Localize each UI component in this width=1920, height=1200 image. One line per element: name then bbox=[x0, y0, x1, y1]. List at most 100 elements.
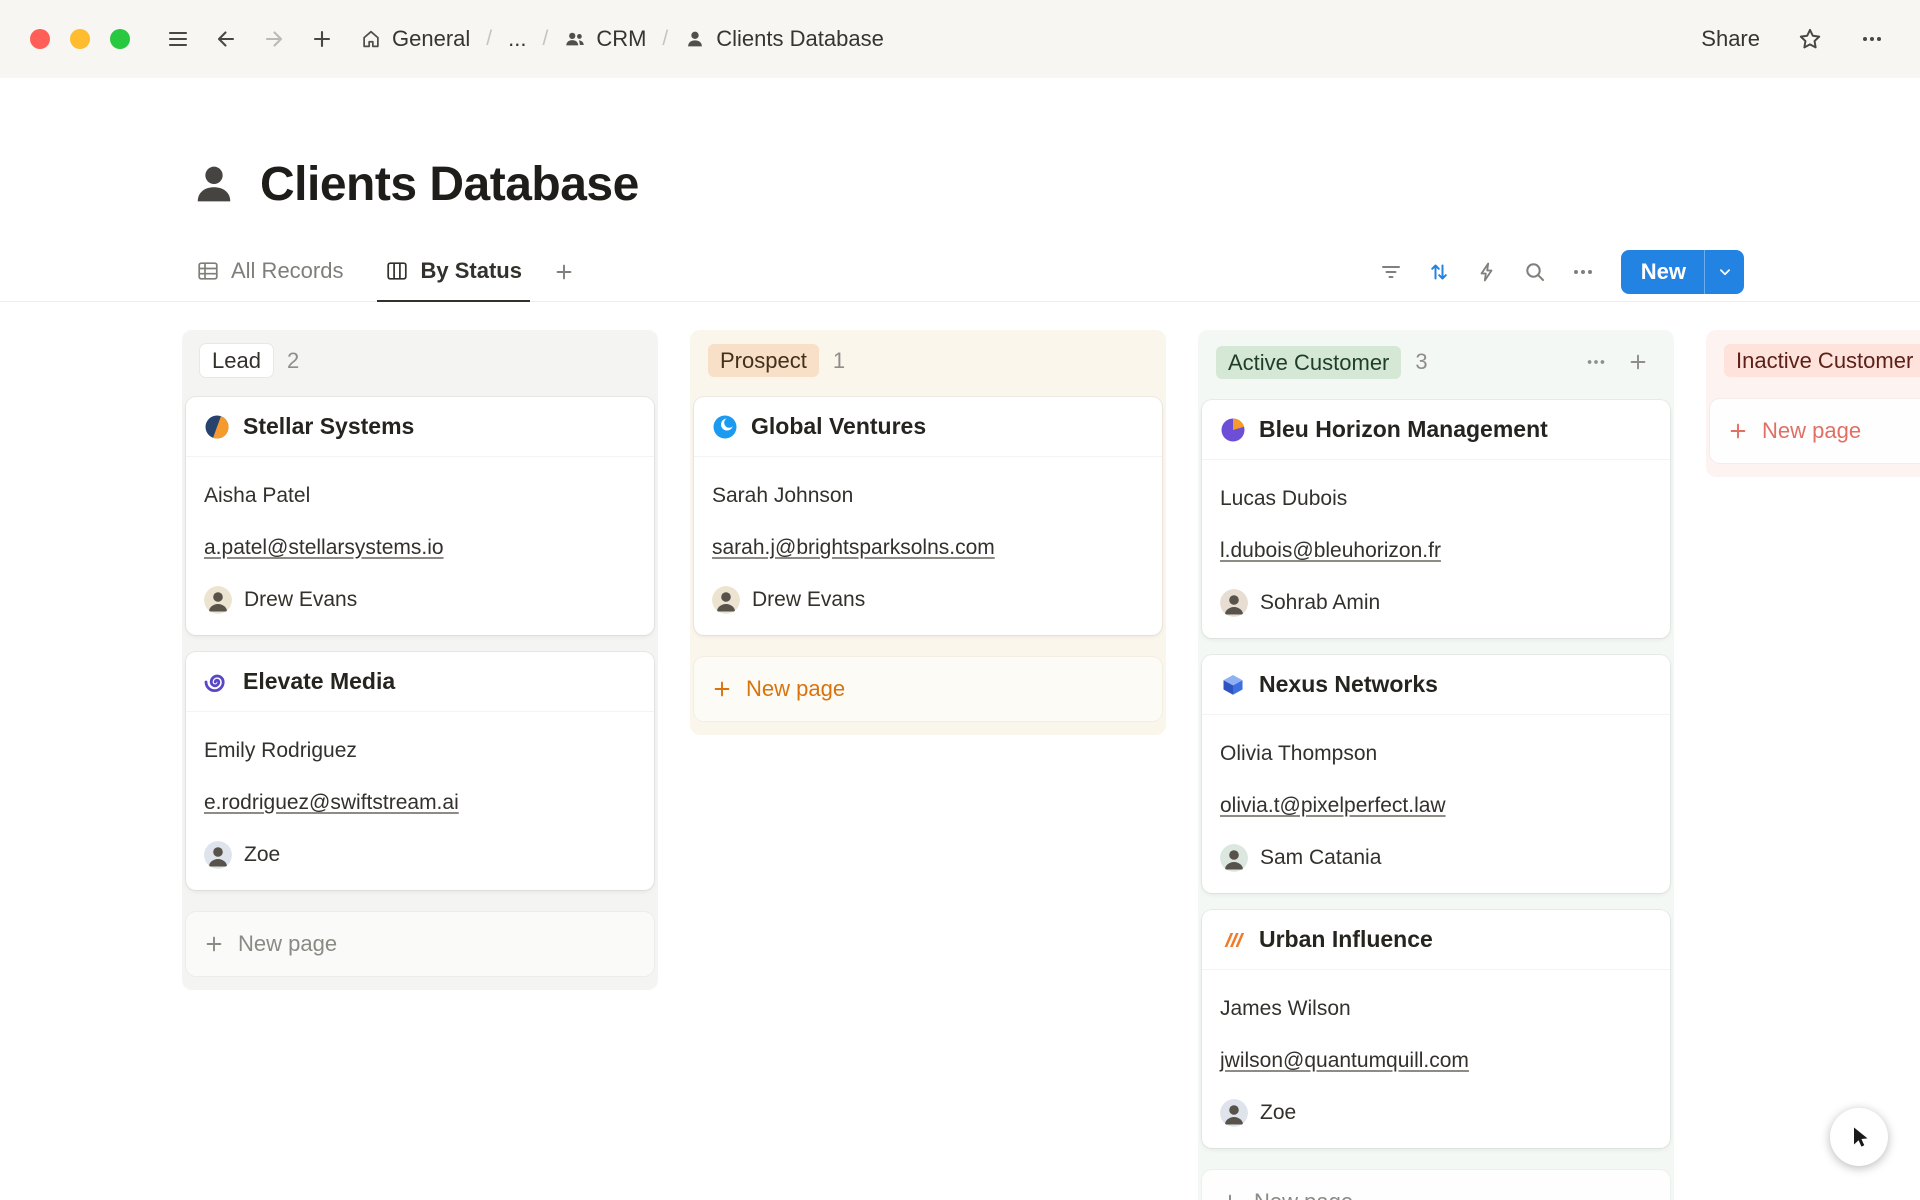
owner-row: Drew Evans bbox=[712, 585, 1144, 615]
new-page-button-prospect[interactable]: New page bbox=[694, 657, 1162, 721]
breadcrumb-page-label: Clients Database bbox=[716, 26, 884, 52]
tab-all-records-label: All Records bbox=[231, 258, 343, 284]
card-title: Bleu Horizon Management bbox=[1259, 416, 1548, 443]
card-properties: Aisha Patel a.patel@stellarsystems.io Dr… bbox=[186, 457, 654, 635]
breadcrumb-clients-database[interactable]: Clients Database bbox=[676, 21, 892, 57]
card-title: Global Ventures bbox=[751, 413, 926, 440]
close-window-button[interactable] bbox=[30, 29, 50, 49]
share-button[interactable]: Share bbox=[1691, 20, 1770, 58]
back-button[interactable] bbox=[204, 17, 248, 61]
page-header: Clients Database bbox=[188, 156, 1920, 212]
tab-all-records[interactable]: All Records bbox=[188, 242, 351, 302]
owner-row: Sohrab Amin bbox=[1220, 588, 1652, 618]
contact-email[interactable]: sarah.j@brightsparksolns.com bbox=[712, 533, 1144, 563]
star-icon bbox=[1797, 26, 1823, 52]
tab-by-status[interactable]: By Status bbox=[377, 242, 529, 302]
avatar bbox=[1220, 844, 1248, 872]
favorite-star-button[interactable] bbox=[1788, 17, 1832, 61]
contact-email[interactable]: jwilson@quantumquill.com bbox=[1220, 1046, 1652, 1076]
card-title-row: Stellar Systems bbox=[186, 397, 654, 457]
people-icon bbox=[564, 28, 586, 50]
avatar bbox=[1220, 589, 1248, 617]
minimize-window-button[interactable] bbox=[70, 29, 90, 49]
page-options-button[interactable] bbox=[1850, 17, 1894, 61]
column-header: Lead 2 bbox=[200, 344, 640, 377]
plus-icon bbox=[1627, 351, 1649, 373]
cube-icon bbox=[1220, 672, 1246, 698]
window-controls bbox=[30, 29, 130, 49]
column-count: 1 bbox=[833, 348, 845, 374]
card-properties: Emily Rodriguez e.rodriguez@swiftstream.… bbox=[186, 712, 654, 890]
card-title-row: Nexus Networks bbox=[1202, 655, 1670, 715]
kanban-board: Lead 2 Stellar Systems Aisha Patel a.pat… bbox=[0, 302, 1920, 1200]
contact-email[interactable]: a.patel@stellarsystems.io bbox=[204, 533, 636, 563]
plus-icon bbox=[310, 27, 334, 51]
board-column-prospect: Prospect 1 Global Ventures Sarah Johnson… bbox=[690, 330, 1166, 735]
views-toolbar: All Records By Status New bbox=[0, 242, 1920, 302]
card-properties: Olivia Thompson olivia.t@pixelperfect.la… bbox=[1202, 715, 1670, 893]
stripes-icon bbox=[1220, 927, 1246, 953]
column-add-card-button[interactable] bbox=[1620, 344, 1656, 380]
search-button[interactable] bbox=[1515, 252, 1555, 292]
owner-name: Drew Evans bbox=[244, 585, 357, 615]
add-view-button[interactable] bbox=[544, 252, 584, 292]
board-card-bleu-horizon[interactable]: Bleu Horizon Management Lucas Dubois l.d… bbox=[1202, 400, 1670, 638]
board-card-urban-influence[interactable]: Urban Influence James Wilson jwilson@qua… bbox=[1202, 910, 1670, 1148]
new-record-dropdown[interactable] bbox=[1704, 250, 1744, 294]
card-title-row: Global Ventures bbox=[694, 397, 1162, 457]
view-options-button[interactable] bbox=[1563, 252, 1603, 292]
column-cards: Global Ventures Sarah Johnson sarah.j@br… bbox=[694, 397, 1162, 635]
breadcrumb-collapsed[interactable]: ... bbox=[500, 21, 534, 57]
board-card-nexus-networks[interactable]: Nexus Networks Olivia Thompson olivia.t@… bbox=[1202, 655, 1670, 893]
column-controls bbox=[1578, 344, 1656, 380]
owner-name: Drew Evans bbox=[752, 585, 865, 615]
spiral-icon bbox=[204, 669, 230, 695]
zoom-window-button[interactable] bbox=[110, 29, 130, 49]
board-card-elevate-media[interactable]: Elevate Media Emily Rodriguez e.rodrigue… bbox=[186, 652, 654, 890]
card-properties: Sarah Johnson sarah.j@brightsparksolns.c… bbox=[694, 457, 1162, 635]
plus-icon bbox=[203, 933, 225, 955]
home-icon bbox=[360, 28, 382, 50]
contact-email[interactable]: l.dubois@bleuhorizon.fr bbox=[1220, 536, 1652, 566]
contact-name: Olivia Thompson bbox=[1220, 739, 1652, 769]
breadcrumb-crm[interactable]: CRM bbox=[556, 21, 654, 57]
avatar bbox=[204, 841, 232, 869]
breadcrumb-separator: / bbox=[542, 27, 548, 51]
column-header: Inactive Customer bbox=[1724, 344, 1920, 377]
board-card-stellar-systems[interactable]: Stellar Systems Aisha Patel a.patel@stel… bbox=[186, 397, 654, 635]
plus-icon bbox=[1727, 420, 1749, 442]
card-title: Nexus Networks bbox=[1259, 671, 1438, 698]
breadcrumb-separator: / bbox=[486, 27, 492, 51]
forward-button[interactable] bbox=[252, 17, 296, 61]
sort-button[interactable] bbox=[1419, 252, 1459, 292]
avatar bbox=[712, 586, 740, 614]
search-icon bbox=[1523, 260, 1547, 284]
pie-chart-icon bbox=[1220, 417, 1246, 443]
new-tab-button[interactable] bbox=[300, 17, 344, 61]
breadcrumb-crm-label: CRM bbox=[596, 26, 646, 52]
contact-name: James Wilson bbox=[1220, 994, 1652, 1024]
page-person-icon[interactable] bbox=[188, 158, 240, 210]
card-properties: James Wilson jwilson@quantumquill.com Zo… bbox=[1202, 970, 1670, 1148]
menu-icon bbox=[166, 27, 190, 51]
owner-name: Sam Catania bbox=[1260, 843, 1381, 873]
breadcrumb-general[interactable]: General bbox=[352, 21, 478, 57]
new-page-button-active-customer[interactable]: New page bbox=[1202, 1170, 1670, 1200]
breadcrumb-general-label: General bbox=[392, 26, 470, 52]
filter-button[interactable] bbox=[1371, 252, 1411, 292]
sidebar-toggle-button[interactable] bbox=[156, 17, 200, 61]
new-record-button[interactable]: New bbox=[1621, 250, 1744, 294]
owner-name: Zoe bbox=[1260, 1098, 1296, 1128]
table-view-icon bbox=[196, 259, 220, 283]
new-page-button-lead[interactable]: New page bbox=[186, 912, 654, 976]
status-tag-lead: Lead bbox=[200, 344, 273, 377]
owner-row: Sam Catania bbox=[1220, 843, 1652, 873]
contact-email[interactable]: e.rodriguez@swiftstream.ai bbox=[204, 788, 636, 818]
new-page-button-inactive-customer[interactable]: New page bbox=[1710, 399, 1920, 463]
contact-email[interactable]: olivia.t@pixelperfect.law bbox=[1220, 791, 1652, 821]
ellipsis-icon bbox=[1571, 260, 1595, 284]
automations-button[interactable] bbox=[1467, 252, 1507, 292]
column-options-button[interactable] bbox=[1578, 344, 1614, 380]
board-view-icon bbox=[385, 259, 409, 283]
board-card-global-ventures[interactable]: Global Ventures Sarah Johnson sarah.j@br… bbox=[694, 397, 1162, 635]
